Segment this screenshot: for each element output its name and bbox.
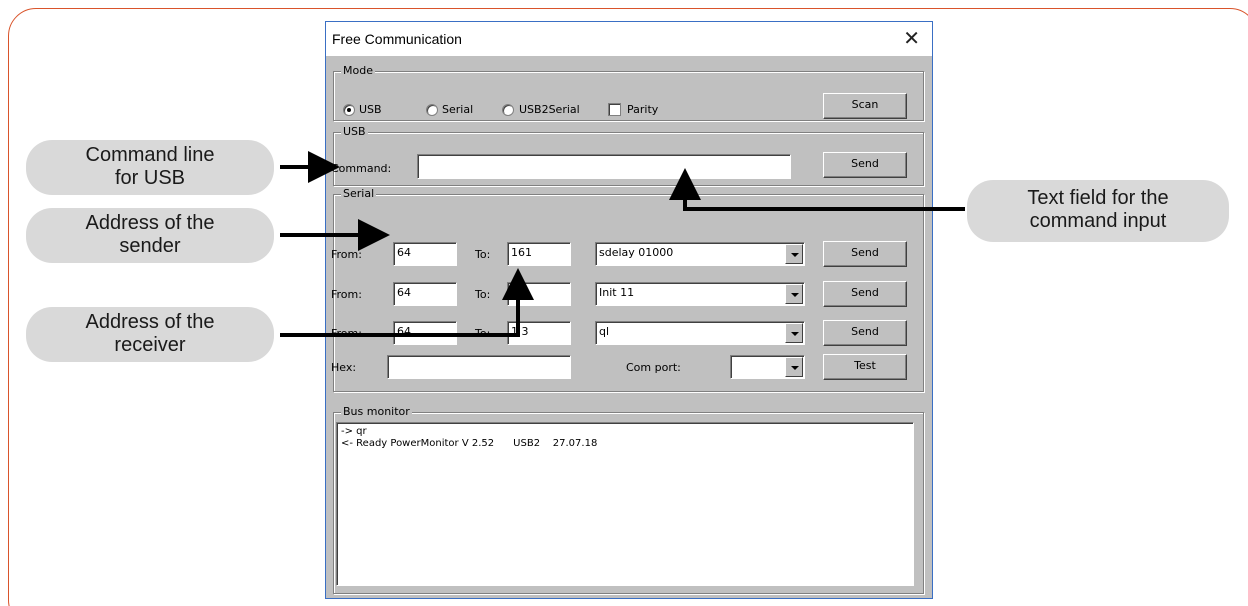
to-label: To: [475,288,491,301]
window-title: Free Communication [332,31,462,47]
callout-command-line: Command line for USB [26,140,274,195]
radio-serial-label: Serial [442,103,474,116]
serial-command-select[interactable]: ql [595,321,805,345]
bus-monitor-group-label: Bus monitor [341,405,412,419]
serial-command-value: Init 11 [599,286,635,299]
callout-receiver: Address of the receiver [26,307,274,362]
from-address-input[interactable]: 64 [393,321,457,345]
dialog-client-area: Mode USB Serial USB2Serial Parity Scan U… [326,56,932,598]
to-address-input[interactable]: 1 8 [507,282,571,306]
free-communication-window: Free Communication ✕ Mode USB Serial USB… [325,21,933,599]
usb-group-label: USB [341,125,368,139]
radio-usb2serial-label: USB2Serial [519,103,580,116]
close-icon[interactable]: ✕ [903,26,920,50]
radio-usb2serial[interactable] [502,104,514,116]
comport-label: Com port: [626,361,681,374]
serial-send-button[interactable]: Send [823,320,907,346]
serial-group-label: Serial [341,187,377,201]
from-label: From: [331,327,362,340]
radio-usb-label: USB [359,103,382,116]
serial-send-button[interactable]: Send [823,281,907,307]
parity-label: Parity [627,103,659,116]
chevron-down-icon[interactable] [785,323,803,343]
usb-send-button[interactable]: Send [823,152,907,178]
test-button[interactable]: Test [823,354,907,380]
radio-usb[interactable] [343,104,355,116]
log-line: -> qr [341,426,367,437]
parity-checkbox[interactable] [608,103,621,116]
radio-serial[interactable] [426,104,438,116]
serial-send-button[interactable]: Send [823,241,907,267]
from-label: From: [331,248,362,261]
chevron-down-icon[interactable] [785,357,803,377]
chevron-down-icon[interactable] [785,284,803,304]
serial-command-value: ql [599,325,610,338]
bus-monitor-log[interactable]: -> qr <- Ready PowerMonitor V 2.52 USB2 … [336,422,914,586]
serial-command-select[interactable]: Init 11 [595,282,805,306]
to-address-input[interactable]: 1 3 [507,321,571,345]
to-label: To: [475,248,491,261]
comport-select[interactable] [730,355,805,379]
chevron-down-icon[interactable] [785,244,803,264]
command-label: Command: [331,162,392,175]
callout-text-field: Text field for the command input [967,180,1229,242]
from-label: From: [331,288,362,301]
hex-label: Hex: [331,361,357,374]
log-line: <- Ready PowerMonitor V 2.52 USB2 27.07.… [341,438,598,449]
hex-input[interactable] [387,355,571,379]
from-address-input[interactable]: 64 [393,282,457,306]
to-label: To: [475,327,491,340]
title-bar: Free Communication ✕ [326,22,932,56]
serial-command-select[interactable]: sdelay 01000 [595,242,805,266]
callout-sender: Address of the sender [26,208,274,263]
mode-group-label: Mode [341,64,375,78]
scan-button[interactable]: Scan [823,93,907,119]
from-address-input[interactable]: 64 [393,242,457,266]
command-input[interactable] [417,154,791,179]
to-address-input[interactable]: 161 [507,242,571,266]
serial-command-value: sdelay 01000 [599,246,674,259]
